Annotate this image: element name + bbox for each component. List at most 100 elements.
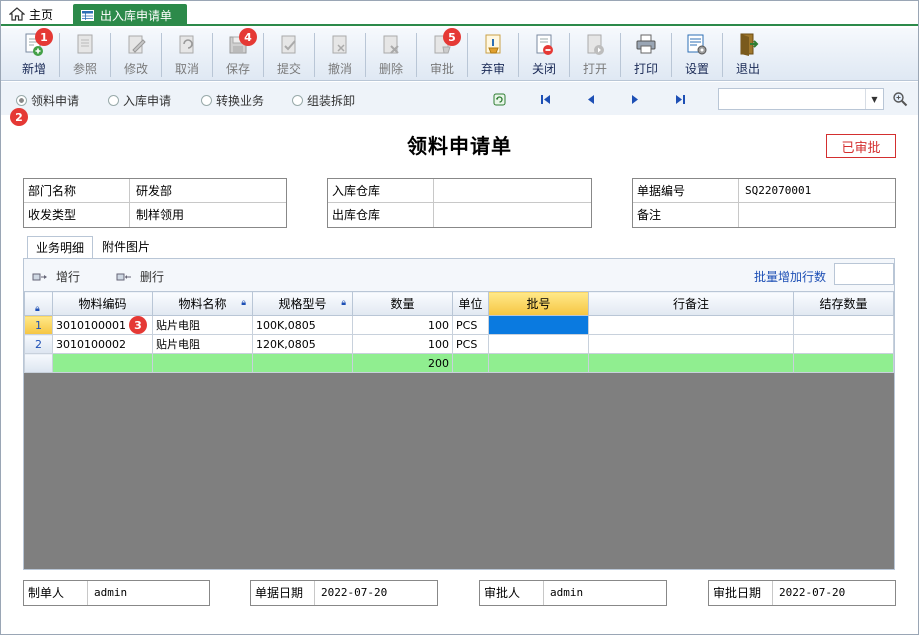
column-header-remark[interactable]: 行备注 xyxy=(588,291,794,316)
tab-business-detail[interactable]: 业务明细 xyxy=(27,236,94,258)
column-header-stock[interactable]: 结存数量 xyxy=(793,291,894,316)
cell-remark[interactable] xyxy=(588,315,794,335)
radio-conversion[interactable]: 转换业务 xyxy=(201,92,264,109)
toolbar-exit-door-button[interactable]: 退出 xyxy=(723,28,773,81)
first-record-button[interactable] xyxy=(538,92,552,106)
cell-stock[interactable] xyxy=(793,315,894,335)
doc-date-field[interactable]: 2022-07-20 xyxy=(315,581,437,605)
tab-home[interactable]: 主页 xyxy=(9,4,53,24)
maker-group: 制单人 admin xyxy=(23,580,210,606)
approver-label: 审批人 xyxy=(480,581,544,605)
summary-cell xyxy=(52,353,153,373)
toolbar-unapprove-button[interactable]: 弃审 xyxy=(468,28,518,81)
toolbar-submit-button[interactable]: 提交 xyxy=(264,28,314,81)
toolbar-save-button[interactable]: 保存 4 xyxy=(213,28,263,81)
toolbar-printer-button[interactable]: 打印 xyxy=(621,28,671,81)
table-icon xyxy=(81,9,94,21)
reference-document-icon xyxy=(77,34,93,54)
main-toolbar: 新增 1 参照 修改 取消 保存 4 提交 撤消 删除 审批 5 弃审 关闭 打开 打印 设置 退出 xyxy=(1,28,918,81)
out-warehouse-field[interactable] xyxy=(434,203,591,227)
maker-field[interactable]: admin xyxy=(88,581,209,605)
in-warehouse-field[interactable] xyxy=(434,179,591,202)
last-icon xyxy=(675,94,685,104)
type-field[interactable]: 制样领用 xyxy=(130,203,286,227)
record-search-combo[interactable]: ▼ xyxy=(718,88,884,110)
summary-cell xyxy=(488,353,589,373)
cell-remark[interactable] xyxy=(588,334,794,354)
table-row[interactable]: 2 3010100002 贴片电阻 120K,0805 100 PCS xyxy=(24,334,894,354)
doc-no-label: 单据编号 xyxy=(633,179,739,202)
radio-stock-in-request[interactable]: 入库申请 xyxy=(108,92,171,109)
cell-unit[interactable]: PCS xyxy=(452,315,489,335)
column-header-label: 物料名称 xyxy=(178,297,227,311)
last-record-button[interactable] xyxy=(673,92,687,106)
settings-icon xyxy=(687,34,707,55)
chevron-down-icon[interactable]: ▼ xyxy=(865,89,883,109)
column-header-code[interactable]: 物料编码 xyxy=(52,291,153,316)
column-header-qty[interactable]: 数量 xyxy=(352,291,453,316)
toolbar-reference-document-button[interactable]: 参照 xyxy=(60,28,110,81)
approver-group: 审批人 admin xyxy=(479,580,667,606)
lock-icon: 🔒︎ xyxy=(341,298,346,308)
toolbar-edit-button[interactable]: 修改 xyxy=(111,28,161,81)
toolbar-approve-button[interactable]: 审批 5 xyxy=(417,28,467,81)
radio-dot-icon xyxy=(16,95,27,106)
tab-stock-request[interactable]: 出入库申请单 xyxy=(73,4,187,26)
previous-record-button[interactable] xyxy=(583,92,597,106)
radio-material-request[interactable]: 领料申请 xyxy=(16,92,79,109)
remark-label: 备注 xyxy=(633,203,739,227)
cell-spec[interactable]: 100K,0805 xyxy=(252,315,353,335)
form-row: 收发类型 制样领用 xyxy=(24,203,286,227)
cell-batch[interactable] xyxy=(488,334,589,354)
dept-field[interactable]: 研发部 xyxy=(130,179,286,202)
row-number[interactable]: 2 xyxy=(24,334,53,354)
out-warehouse-label: 出库仓库 xyxy=(328,203,434,227)
summary-cell xyxy=(252,353,353,373)
radio-dot-icon xyxy=(201,95,212,106)
radio-assembly[interactable]: 组装拆卸 xyxy=(292,92,355,109)
refresh-button[interactable] xyxy=(492,92,506,106)
cell-name[interactable]: 贴片电阻 xyxy=(152,315,253,335)
column-header-batch[interactable]: 批号 xyxy=(488,291,589,316)
cell-stock[interactable] xyxy=(793,334,894,354)
approver-field[interactable]: admin xyxy=(544,581,666,605)
delete-row-button[interactable]: 删行 xyxy=(116,268,164,285)
radio-label: 组装拆卸 xyxy=(307,94,356,108)
toolbar-open-button[interactable]: 打开 xyxy=(570,28,620,81)
row-number-header[interactable]: 🔒︎ xyxy=(24,291,53,316)
cell-name[interactable]: 贴片电阻 xyxy=(152,334,253,354)
toolbar-add-document-button[interactable]: 新增 1 xyxy=(9,28,59,81)
tab-attachments[interactable]: 附件图片 xyxy=(94,236,158,258)
remark-field[interactable] xyxy=(739,203,895,227)
toolbar-button-label: 审批 xyxy=(429,62,454,76)
warehouse-form-group: 入库仓库 出库仓库 xyxy=(327,178,592,228)
column-header-spec[interactable]: 规格型号 🔒︎ xyxy=(252,291,353,316)
next-record-button[interactable] xyxy=(628,92,642,106)
summary-cell xyxy=(152,353,253,373)
row-number[interactable]: 1 xyxy=(24,315,53,335)
toolbar-undo-button[interactable]: 取消 xyxy=(162,28,212,81)
cell-code[interactable]: 3010100002 xyxy=(52,334,153,354)
column-header-unit[interactable]: 单位 xyxy=(452,291,489,316)
toolbar-button-label: 退出 xyxy=(735,62,760,76)
search-button[interactable] xyxy=(892,91,908,110)
toolbar-delete-button[interactable]: 删除 xyxy=(366,28,416,81)
approve-date-field[interactable]: 2022-07-20 xyxy=(773,581,895,605)
add-row-button[interactable]: 增行 xyxy=(32,268,80,285)
first-icon xyxy=(540,94,550,104)
cell-unit[interactable]: PCS xyxy=(452,334,489,354)
dept-label: 部门名称 xyxy=(24,179,130,202)
toolbar-close-doc-button[interactable]: 关闭 xyxy=(519,28,569,81)
batch-add-input[interactable] xyxy=(834,263,894,285)
cell-batch[interactable] xyxy=(488,315,589,335)
cell-qty[interactable]: 100 xyxy=(352,315,453,335)
toolbar-revoke-button[interactable]: 撤消 xyxy=(315,28,365,81)
exit-door-icon xyxy=(740,33,759,56)
doc-no-field[interactable]: SQ22070001 xyxy=(739,179,895,202)
toolbar-button-label: 撤消 xyxy=(327,62,352,76)
cell-spec[interactable]: 120K,0805 xyxy=(252,334,353,354)
table-row[interactable]: 1 3010100001 贴片电阻 100K,0805 100 PCS xyxy=(24,315,894,335)
cell-qty[interactable]: 100 xyxy=(352,334,453,354)
toolbar-settings-button[interactable]: 设置 xyxy=(672,28,722,81)
column-header-name[interactable]: 物料名称 🔒︎ xyxy=(152,291,253,316)
